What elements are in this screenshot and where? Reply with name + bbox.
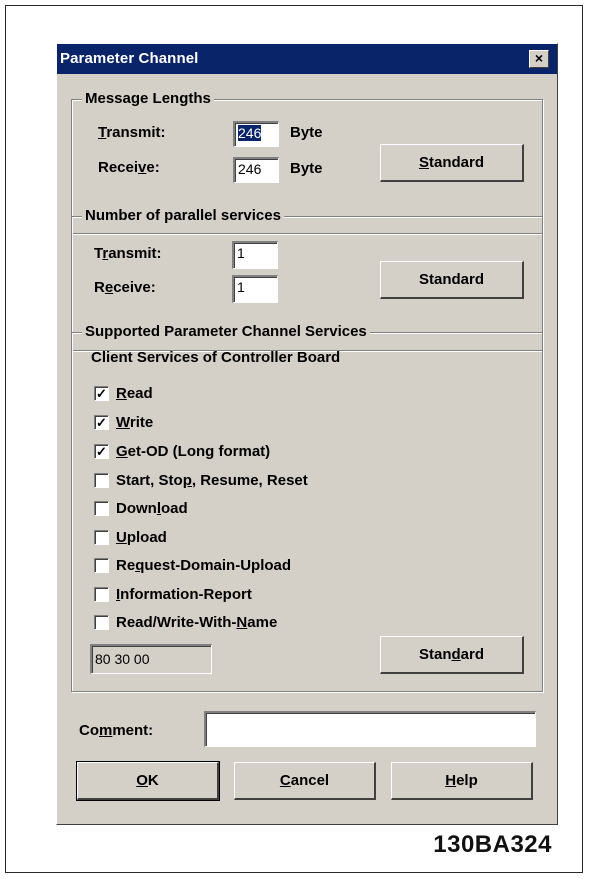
- checkbox-download-box[interactable]: [94, 500, 109, 516]
- checkbox-start-stop-box[interactable]: [94, 472, 109, 488]
- close-button[interactable]: ×: [529, 50, 549, 68]
- cancel-button[interactable]: Cancel: [234, 762, 376, 800]
- comment-label: Comment:: [79, 722, 154, 739]
- checkbox-request-domain-upload[interactable]: Request-Domain-Upload: [94, 555, 291, 575]
- message-lengths-legend: Message Lengths: [82, 90, 214, 107]
- supported-services-legend: Supported Parameter Channel Services: [82, 323, 370, 340]
- ps-receive-label: Receive:: [94, 279, 156, 296]
- checkbox-start-stop[interactable]: Start, Stop, Resume, Reset: [94, 470, 308, 490]
- checkbox-read-write-with-name[interactable]: Read/Write-With-Name: [94, 612, 277, 632]
- checkbox-write-box[interactable]: ✓: [94, 414, 109, 430]
- help-button[interactable]: Help: [391, 762, 533, 800]
- title-bar: Parameter Channel ×: [57, 44, 557, 74]
- comment-input[interactable]: [204, 711, 536, 747]
- ml-receive-input[interactable]: 246: [233, 157, 279, 183]
- figure-id: 130BA324: [433, 831, 552, 858]
- ml-receive-label: Receive:: [98, 159, 160, 176]
- checkbox-write[interactable]: ✓ Write: [94, 412, 153, 432]
- checkbox-information-report[interactable]: Information-Report: [94, 584, 252, 604]
- client-services-subtitle: Client Services of Controller Board: [91, 349, 341, 366]
- close-icon: ×: [534, 50, 544, 66]
- checkbox-read-write-with-name-box[interactable]: [94, 614, 109, 630]
- checkbox-upload[interactable]: Upload: [94, 527, 167, 547]
- ss-standard-button[interactable]: Stan d ard: [380, 636, 524, 674]
- parameter-channel-dialog: Parameter Channel × Message Lengths Tran…: [56, 43, 558, 825]
- dialog-title: Parameter Channel: [60, 50, 199, 67]
- ml-receive-unit: Byte: [290, 160, 323, 177]
- ps-receive-input[interactable]: 1: [232, 275, 278, 303]
- checkbox-get-od-box[interactable]: ✓: [94, 443, 109, 459]
- ps-transmit-label: Transmit:: [94, 245, 162, 262]
- checkbox-get-od[interactable]: ✓ Get-OD (Long format): [94, 441, 270, 461]
- services-hex-field: 80 30 00: [90, 644, 212, 674]
- ok-button[interactable]: OK: [76, 761, 220, 801]
- checkbox-upload-box[interactable]: [94, 529, 109, 545]
- checkbox-request-domain-upload-box[interactable]: [94, 557, 109, 573]
- checkbox-read-box[interactable]: ✓: [94, 385, 109, 401]
- checkbox-download[interactable]: Download: [94, 498, 188, 518]
- checkbox-read[interactable]: ✓ Read: [94, 383, 153, 403]
- ps-transmit-input[interactable]: 1: [232, 241, 278, 269]
- ml-transmit-unit: Byte: [290, 124, 323, 141]
- supported-services-group: Supported Parameter Channel Services Cli…: [71, 323, 543, 692]
- checkbox-information-report-box[interactable]: [94, 586, 109, 602]
- ml-standard-button[interactable]: Standard: [380, 144, 524, 182]
- ps-standard-button[interactable]: Standard: [380, 261, 524, 299]
- parallel-services-legend: Number of parallel services: [82, 207, 284, 224]
- ml-transmit-input[interactable]: 246: [233, 121, 279, 147]
- ml-transmit-label: Transmit:: [98, 124, 166, 141]
